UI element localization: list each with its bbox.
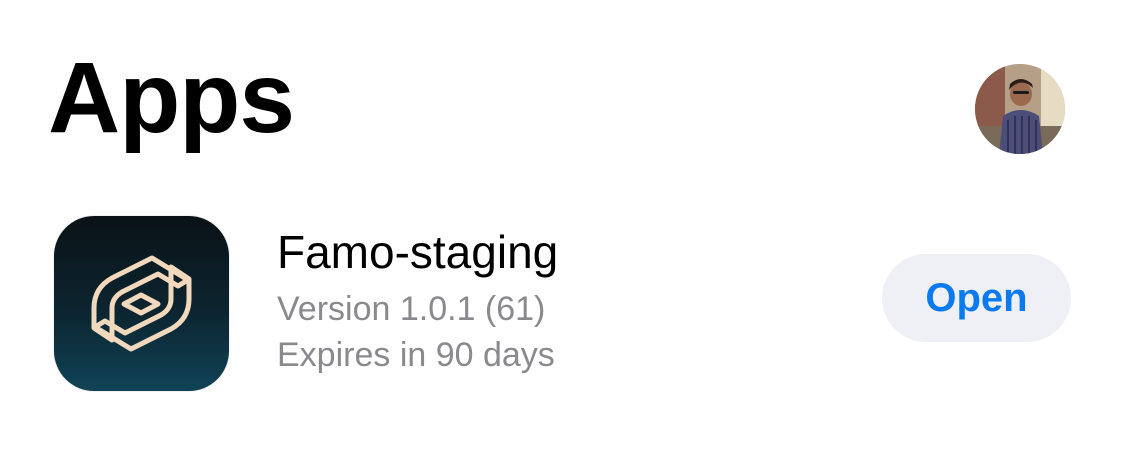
app-version: Version 1.0.1 (61) xyxy=(277,290,546,328)
app-expiry: Expires in 90 days xyxy=(277,336,555,374)
page-title: Apps xyxy=(48,42,295,154)
famo-logo-icon xyxy=(54,216,229,391)
account-avatar[interactable] xyxy=(975,64,1065,154)
app-list-item[interactable]: Famo-staging Version 1.0.1 (61) Expires … xyxy=(0,210,1125,400)
open-button[interactable]: Open xyxy=(882,254,1071,342)
app-info: Famo-staging Version 1.0.1 (61) Expires … xyxy=(277,224,558,378)
user-avatar-photo-icon xyxy=(975,64,1065,154)
app-name: Famo-staging xyxy=(277,226,559,278)
